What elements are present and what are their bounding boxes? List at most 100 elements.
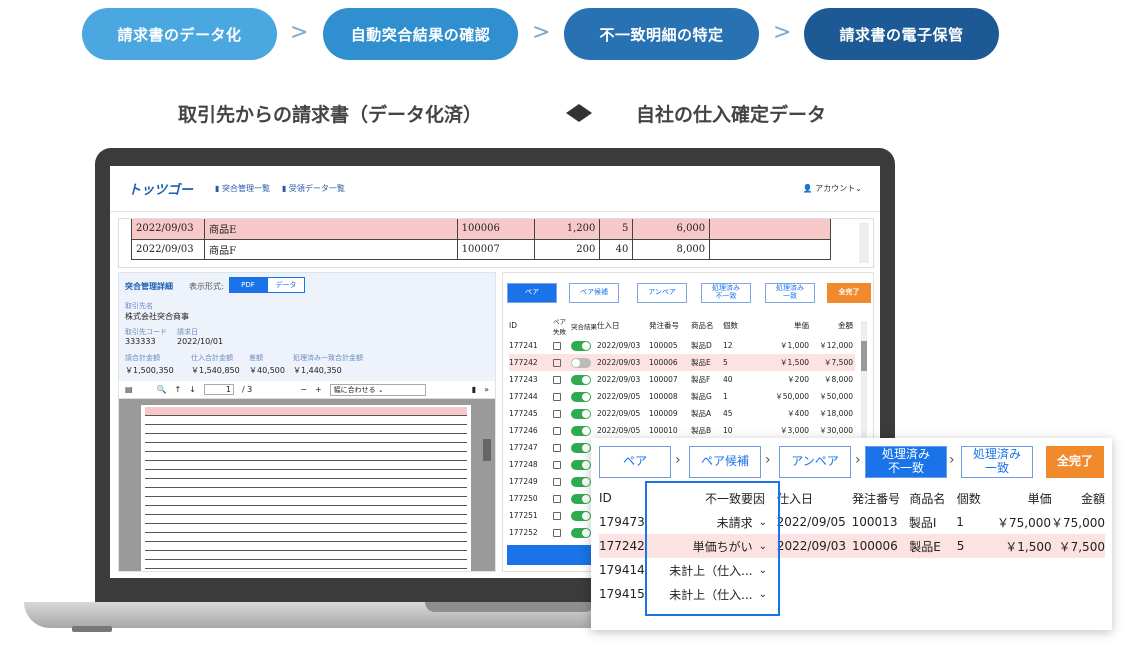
pair-fail-checkbox[interactable] xyxy=(553,392,571,401)
checkbox-box[interactable] xyxy=(553,392,561,401)
toggle-switch[interactable] xyxy=(571,459,591,470)
pair-fail-checkbox[interactable] xyxy=(553,341,571,350)
cell: 2022/09/03 xyxy=(130,239,206,260)
toggle-switch[interactable] xyxy=(571,510,591,521)
checkbox-box[interactable] xyxy=(553,460,561,469)
table-row[interactable]: 177245 2022/09/05 100009 製品A 45 ￥400 ￥18,000 xyxy=(509,405,855,422)
zoom-select[interactable]: 幅に合わせる ⌄ xyxy=(329,383,426,396)
zoom-in-icon[interactable]: + xyxy=(315,385,322,394)
scrollbar[interactable] xyxy=(859,223,869,263)
checkbox-box[interactable] xyxy=(553,443,561,452)
page-input[interactable]: 1 xyxy=(203,384,234,395)
pair-fail-checkbox[interactable] xyxy=(553,426,571,435)
pair-fail-checkbox[interactable] xyxy=(553,409,571,418)
match-toggle[interactable] xyxy=(571,391,597,402)
nav-match-list-label: 突合管理一覧 xyxy=(221,184,270,193)
step-digitize: 請求書のデータ化 xyxy=(82,8,277,60)
step-find-mismatch: 不一致明細の特定 xyxy=(564,8,759,60)
checkbox-box[interactable] xyxy=(553,426,561,435)
pair-fail-checkbox[interactable] xyxy=(553,477,571,486)
pair-fail-checkbox[interactable] xyxy=(553,358,571,367)
tab-done-match[interactable]: 処理済み 一致 xyxy=(961,446,1033,478)
nav-received-list[interactable]: ▮ 受領データ一覧 xyxy=(282,183,345,194)
pdf-page xyxy=(141,405,471,571)
checkbox-box[interactable] xyxy=(553,494,561,503)
cell: 5 xyxy=(599,219,634,240)
pdf-scrollbar-thumb[interactable] xyxy=(483,439,491,461)
checkbox-box[interactable] xyxy=(553,358,561,367)
checkbox-box[interactable] xyxy=(553,375,561,384)
tab-pair-candidate[interactable]: ペア候補 xyxy=(689,446,761,478)
row-order-no: 100005 xyxy=(649,341,678,350)
table-row[interactable]: 177241 2022/09/03 100005 製品D 12 ￥1,000 ￥12,000 xyxy=(509,337,855,354)
format-pdf-button[interactable]: PDF xyxy=(229,277,267,293)
row-amount: ￥50,000 xyxy=(819,392,853,401)
row-unit-price: ￥200 xyxy=(787,375,809,384)
match-toggle[interactable] xyxy=(571,425,597,436)
chevron-right-icon: > xyxy=(290,20,309,45)
checkbox-box[interactable] xyxy=(553,528,561,537)
process-steps: 請求書のデータ化 > 自動突合結果の確認 > 不一致明細の特定 > 請求書の電子… xyxy=(82,8,1002,60)
step-archive: 請求書の電子保管 xyxy=(804,8,999,60)
match-toggle[interactable] xyxy=(571,340,597,351)
table-row[interactable]: 177242 2022/09/03 100006 製品E 5 ￥1,500 ￥7,500 xyxy=(509,354,855,371)
tab-pair-candidate[interactable]: ペア候補 xyxy=(569,283,619,303)
pair-fail-checkbox[interactable] xyxy=(553,528,571,537)
pair-fail-checkbox[interactable] xyxy=(553,460,571,469)
table-row[interactable]: 177244 2022/09/05 100008 製品G 1 ￥50,000 ￥50,000 xyxy=(509,388,855,405)
checkbox-box[interactable] xyxy=(553,409,561,418)
pdf-line xyxy=(145,416,467,425)
bookmark-icon[interactable]: ▮ xyxy=(472,385,476,394)
toggle-switch[interactable] xyxy=(571,340,591,351)
toggle-switch[interactable] xyxy=(571,476,591,487)
complete-all-button[interactable]: 全完了 xyxy=(827,283,871,303)
toggle-switch[interactable] xyxy=(571,357,591,368)
pair-fail-checkbox[interactable] xyxy=(553,443,571,452)
row-date: 2022/09/05 xyxy=(776,515,846,529)
pair-fail-checkbox[interactable] xyxy=(553,511,571,520)
app-header: トッツゴー ▮ 突合管理一覧 ▮ 受領データ一覧 👤 アカウント⌄ xyxy=(110,166,880,212)
cell xyxy=(709,239,831,260)
pdf-line xyxy=(145,515,467,524)
checkbox-box[interactable] xyxy=(553,341,561,350)
account-menu[interactable]: 👤 アカウント⌄ xyxy=(803,183,862,194)
chevron-right-icon: > xyxy=(532,20,551,45)
tab-done-mismatch[interactable]: 処理済み 不一致 xyxy=(865,446,947,478)
pair-fail-checkbox[interactable] xyxy=(553,494,571,503)
table-row[interactable]: 177243 2022/09/03 100007 製品F 40 ￥200 ￥8,000 xyxy=(509,371,855,388)
toggle-switch[interactable] xyxy=(571,408,591,419)
checkbox-box[interactable] xyxy=(553,511,561,520)
complete-all-button[interactable]: 全完了 xyxy=(1046,446,1104,478)
col-order-no: 発注番号 xyxy=(649,321,679,330)
match-toggle[interactable] xyxy=(571,408,597,419)
format-data-button[interactable]: データ xyxy=(267,277,305,293)
tab-unpair[interactable]: アンペア xyxy=(779,446,851,478)
toggle-switch[interactable] xyxy=(571,442,591,453)
zoom-out-icon[interactable]: − xyxy=(300,385,307,394)
table-row[interactable]: 177246 2022/09/05 100010 製品B 10 ￥3,000 ￥30,000 xyxy=(509,422,855,439)
toggle-switch[interactable] xyxy=(571,527,591,538)
toggle-switch[interactable] xyxy=(571,425,591,436)
arrow-down-icon[interactable]: ↓ xyxy=(189,385,196,394)
arrow-up-icon[interactable]: ↑ xyxy=(175,385,182,394)
pdf-viewer[interactable] xyxy=(119,399,495,571)
sidebar-toggle-icon[interactable]: ▤ xyxy=(125,385,133,394)
match-toggle[interactable] xyxy=(571,357,597,368)
tab-unpair[interactable]: アンペア xyxy=(637,283,687,303)
col-pair-fail: ペア失敗 xyxy=(553,317,566,336)
search-icon[interactable]: 🔍 xyxy=(157,385,167,394)
nav-match-list[interactable]: ▮ 突合管理一覧 xyxy=(215,183,270,194)
pair-fail-checkbox[interactable] xyxy=(553,375,571,384)
match-toggle[interactable] xyxy=(571,374,597,385)
checkbox-box[interactable] xyxy=(553,477,561,486)
toggle-switch[interactable] xyxy=(571,391,591,402)
toggle-switch[interactable] xyxy=(571,493,591,504)
more-icon[interactable]: » xyxy=(484,385,489,394)
tab-done-mismatch[interactable]: 処理済み 不一致 xyxy=(701,283,751,303)
tab-pair[interactable]: ペア xyxy=(507,283,557,303)
pdf-line xyxy=(145,479,467,488)
table-scrollbar-thumb[interactable] xyxy=(861,341,867,371)
tab-pair[interactable]: ペア xyxy=(599,446,671,478)
tab-done-match[interactable]: 処理済み 一致 xyxy=(765,283,815,303)
toggle-switch[interactable] xyxy=(571,374,591,385)
